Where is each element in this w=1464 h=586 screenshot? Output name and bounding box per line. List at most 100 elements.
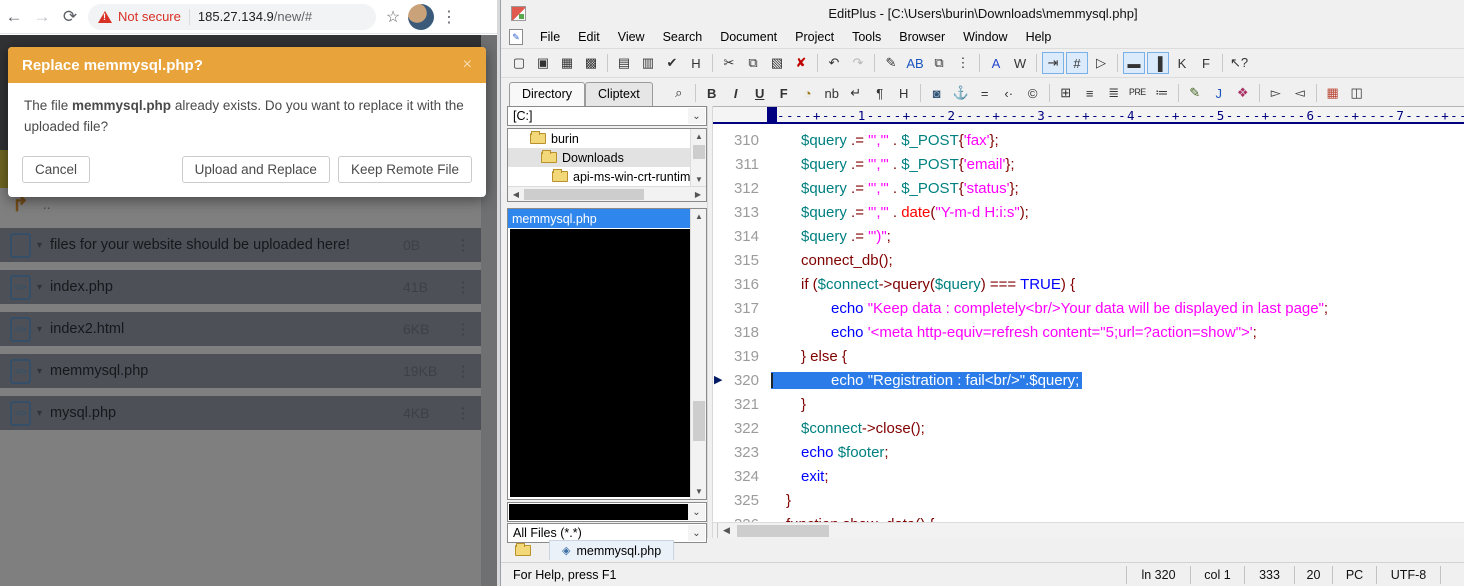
code-line[interactable]: 315connect_db(); bbox=[713, 248, 1464, 272]
tree-horizontal-scrollbar[interactable]: ◀ ▶ bbox=[508, 186, 706, 201]
select-1-button[interactable]: ▻ bbox=[1265, 82, 1287, 104]
anchor-button[interactable]: ⚓ bbox=[950, 82, 972, 104]
tab-directory[interactable]: Directory bbox=[509, 82, 585, 106]
font-italic-button[interactable]: A bbox=[985, 52, 1007, 74]
code-line[interactable]: 326function show_data() { bbox=[713, 512, 1464, 522]
copy-append-button[interactable]: ⧉ bbox=[928, 52, 950, 74]
menu-search[interactable]: Search bbox=[654, 27, 712, 47]
title-bar[interactable]: EditPlus - [C:\Users\burin\Downloads\mem… bbox=[501, 0, 1464, 26]
menu-view[interactable]: View bbox=[609, 27, 654, 47]
save-button[interactable]: ▦ bbox=[556, 52, 578, 74]
folder-icon[interactable] bbox=[511, 545, 535, 556]
paragraph-button[interactable]: ¶ bbox=[869, 82, 891, 104]
address-bar[interactable]: Not secure 185.27.134.9 /new/# bbox=[88, 4, 376, 30]
scroll-up-icon[interactable]: ▲ bbox=[691, 209, 707, 224]
editor-horizontal-scrollbar[interactable]: ◀ bbox=[713, 522, 1464, 538]
tab-indicator-button[interactable]: ⇥ bbox=[1042, 52, 1064, 74]
code-line[interactable]: 311$query .= "','" . $_POST{'email'}; bbox=[713, 152, 1464, 176]
cancel-button[interactable]: Cancel bbox=[22, 156, 90, 183]
reload-button[interactable]: ⟳ bbox=[56, 3, 84, 31]
document-menu-icon[interactable]: ✎ bbox=[509, 29, 523, 45]
italic-button[interactable]: I bbox=[725, 82, 747, 104]
nbsp-button[interactable]: nb bbox=[821, 82, 843, 104]
word-wrap-button[interactable]: W bbox=[1009, 52, 1031, 74]
paste-button[interactable]: ▧ bbox=[766, 52, 788, 74]
undo-button[interactable]: ↶ bbox=[823, 52, 845, 74]
context-help-button[interactable]: ↖? bbox=[1228, 52, 1250, 74]
redacted-combo[interactable]: ⌄ bbox=[507, 502, 707, 522]
script-tag-button[interactable]: ✎ bbox=[1184, 82, 1206, 104]
new-file-button[interactable]: ▢ bbox=[508, 52, 530, 74]
align-right-button[interactable]: ≣ bbox=[1103, 82, 1125, 104]
not-secure-label[interactable]: Not secure bbox=[118, 9, 181, 24]
keep-remote-file-button[interactable]: Keep Remote File bbox=[338, 156, 472, 183]
tree-vertical-scrollbar[interactable]: ▲ ▼ bbox=[690, 129, 706, 187]
save-all-button[interactable]: ▩ bbox=[580, 52, 602, 74]
tab-cliptext[interactable]: Cliptext bbox=[585, 82, 653, 106]
code-line[interactable]: 313$query .= "','" . date("Y-m-d H:i:s")… bbox=[713, 200, 1464, 224]
editor-hscroll-thumb[interactable] bbox=[737, 525, 829, 537]
upload-and-replace-button[interactable]: Upload and Replace bbox=[182, 156, 330, 183]
menu-help[interactable]: Help bbox=[1017, 27, 1061, 47]
menu-window[interactable]: Window bbox=[954, 27, 1016, 47]
code-line[interactable]: 316if ($connect->query($query) === TRUE)… bbox=[713, 272, 1464, 296]
code-line[interactable]: 318echo '<meta http-equiv=refresh conten… bbox=[713, 320, 1464, 344]
frame-tag-button[interactable]: ◫ bbox=[1346, 82, 1368, 104]
tree-item-downloads[interactable]: Downloads bbox=[508, 148, 706, 167]
char-map-button[interactable]: H bbox=[685, 52, 707, 74]
document-tab-memmysql[interactable]: ◈ memmysql.php bbox=[549, 540, 674, 560]
align-center-button[interactable]: ≡ bbox=[1079, 82, 1101, 104]
file-list-scrollbar[interactable]: ▲ ▼ bbox=[690, 209, 706, 499]
scroll-down-icon[interactable]: ▼ bbox=[691, 172, 707, 187]
view-cliptext-button[interactable]: K bbox=[1171, 52, 1193, 74]
back-button[interactable]: ← bbox=[0, 3, 28, 31]
file-list-scroll-thumb[interactable] bbox=[693, 401, 705, 441]
image-button[interactable]: ◙ bbox=[926, 82, 948, 104]
doc-props-button[interactable]: ▷ bbox=[1090, 52, 1112, 74]
code-line[interactable]: 324exit; bbox=[713, 464, 1464, 488]
view-toolbar-button[interactable]: ▬ bbox=[1123, 52, 1145, 74]
mark-button[interactable]: ✎ bbox=[880, 52, 902, 74]
scroll-down-icon[interactable]: ▼ bbox=[691, 484, 707, 499]
redo-button[interactable]: ↷ bbox=[847, 52, 869, 74]
code-line[interactable]: 325} bbox=[713, 488, 1464, 512]
open-file-button[interactable]: ▣ bbox=[532, 52, 554, 74]
code-line[interactable]: 322$connect->close(); bbox=[713, 416, 1464, 440]
code-line[interactable]: 323echo $footer; bbox=[713, 440, 1464, 464]
code-line[interactable]: 317echo "Keep data : completely<br/>Your… bbox=[713, 296, 1464, 320]
java-applet-button[interactable]: J bbox=[1208, 82, 1230, 104]
delete-button[interactable]: ✘ bbox=[790, 52, 812, 74]
code-line[interactable]: 321} bbox=[713, 392, 1464, 416]
code-line[interactable]: 319} else { bbox=[713, 344, 1464, 368]
palette-button[interactable]: ▦ bbox=[1322, 82, 1344, 104]
copy-button[interactable]: ⧉ bbox=[742, 52, 764, 74]
spell-check-button[interactable]: ✔ bbox=[661, 52, 683, 74]
scroll-up-icon[interactable]: ▲ bbox=[691, 129, 707, 144]
line-numbers-button[interactable]: # bbox=[1066, 52, 1088, 74]
heading-button[interactable]: H bbox=[893, 82, 915, 104]
bookmark-star-icon[interactable]: ☆ bbox=[382, 7, 404, 27]
drive-select[interactable]: [C:] ⌄ bbox=[507, 106, 707, 126]
table-button[interactable]: ⊞ bbox=[1055, 82, 1077, 104]
copyright-button[interactable]: © bbox=[1022, 82, 1044, 104]
tree-item-api-ms-win-crt-runtim[interactable]: api-ms-win-crt-runtim bbox=[508, 167, 706, 186]
print-preview-button[interactable]: ▤ bbox=[613, 52, 635, 74]
colors-button[interactable]: ❖ bbox=[1232, 82, 1254, 104]
view-directory-button[interactable]: ▐ bbox=[1147, 52, 1169, 74]
code-editor[interactable]: ----+----1----+----2----+----3----+----4… bbox=[713, 106, 1464, 538]
code-line[interactable]: 314$query .= "')"; bbox=[713, 224, 1464, 248]
hrule-button[interactable]: = bbox=[974, 82, 996, 104]
select-2-button[interactable]: ◅ bbox=[1289, 82, 1311, 104]
scroll-right-icon[interactable]: ▶ bbox=[690, 190, 706, 199]
comment-tag-button[interactable]: ‹· bbox=[998, 82, 1020, 104]
scroll-left-icon[interactable]: ◀ bbox=[508, 190, 524, 199]
menu-tools[interactable]: Tools bbox=[843, 27, 890, 47]
tree-scroll-thumb[interactable] bbox=[693, 145, 705, 159]
code-line[interactable]: 312$query .= "','" . $_POST{'status'}; bbox=[713, 176, 1464, 200]
underline-button[interactable]: U bbox=[749, 82, 771, 104]
tree-hscroll-thumb[interactable] bbox=[524, 189, 644, 200]
scroll-left-icon[interactable]: ◀ bbox=[718, 525, 735, 536]
file-list-selected-item[interactable]: memmysql.php bbox=[508, 209, 706, 228]
list-tag-button[interactable]: ≔ bbox=[1151, 82, 1173, 104]
font-tag-button[interactable]: F bbox=[773, 82, 795, 104]
